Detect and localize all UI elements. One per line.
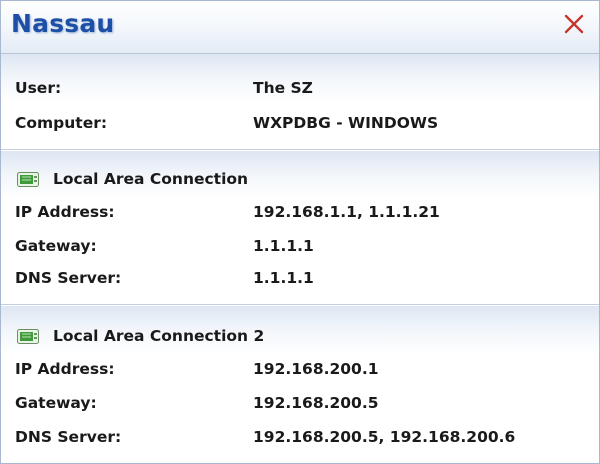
gateway-label: Gateway: xyxy=(15,237,97,255)
ip-address-label: IP Address: xyxy=(15,203,115,221)
user-label: User: xyxy=(15,79,62,97)
connection-header: Local Area Connection xyxy=(15,166,585,192)
dns-server-row: DNS Server: 192.168.200.5, 192.168.200.6 xyxy=(15,424,585,450)
computer-label: Computer: xyxy=(15,114,108,132)
network-adapter-icon xyxy=(17,172,39,187)
computer-value: WXPDBG - WINDOWS xyxy=(253,114,439,132)
info-window: Nassau User: The SZ Computer: WXPDBG - W… xyxy=(0,0,600,464)
gateway-value: 1.1.1.1 xyxy=(253,237,314,255)
connection-name: Local Area Connection xyxy=(53,170,249,188)
gateway-row: Gateway: 192.168.200.5 xyxy=(15,390,585,416)
dns-server-value: 192.168.200.5, 192.168.200.6 xyxy=(253,428,516,446)
user-value: The SZ xyxy=(253,79,313,97)
ip-address-row: IP Address: 192.168.1.1, 1.1.1.21 xyxy=(15,199,585,225)
close-icon xyxy=(564,14,584,34)
dns-server-label: DNS Server: xyxy=(15,428,122,446)
ip-address-value: 192.168.200.1 xyxy=(253,360,379,378)
title-bar: Nassau xyxy=(1,1,599,54)
dns-server-row: DNS Server: 1.1.1.1 xyxy=(15,265,585,291)
window-title: Nassau xyxy=(11,9,115,38)
connection-section-2: Local Area Connection 2 IP Address: 192.… xyxy=(1,306,599,463)
ip-address-value: 192.168.1.1, 1.1.1.21 xyxy=(253,203,440,221)
gateway-label: Gateway: xyxy=(15,394,97,412)
dns-server-label: DNS Server: xyxy=(15,269,122,287)
user-row: User: The SZ xyxy=(15,75,585,101)
connection-section-1: Local Area Connection IP Address: 192.16… xyxy=(1,151,599,305)
connection-name: Local Area Connection 2 xyxy=(53,327,265,345)
dns-server-value: 1.1.1.1 xyxy=(253,269,314,287)
user-info-section: User: The SZ Computer: WXPDBG - WINDOWS xyxy=(1,54,599,150)
ip-address-row: IP Address: 192.168.200.1 xyxy=(15,356,585,382)
ip-address-label: IP Address: xyxy=(15,360,115,378)
computer-row: Computer: WXPDBG - WINDOWS xyxy=(15,110,585,136)
connection-header: Local Area Connection 2 xyxy=(15,323,585,349)
gateway-row: Gateway: 1.1.1.1 xyxy=(15,233,585,259)
close-button[interactable] xyxy=(561,11,587,37)
gateway-value: 192.168.200.5 xyxy=(253,394,379,412)
network-adapter-icon xyxy=(17,329,39,344)
